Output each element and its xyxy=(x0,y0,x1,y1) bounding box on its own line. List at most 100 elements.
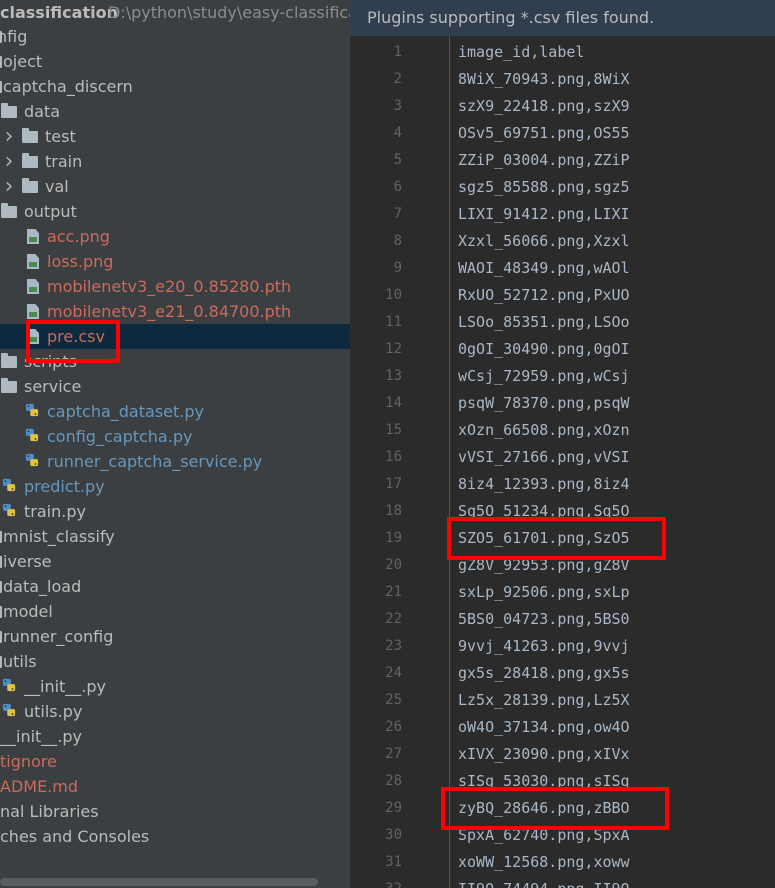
chevron-right-icon[interactable]: › xyxy=(2,174,16,199)
line-number: 14 xyxy=(385,395,402,411)
tree-item[interactable]: runner_captcha_service.py xyxy=(0,449,350,474)
line-number: 2 xyxy=(393,71,402,87)
tree-item-label: nal Libraries xyxy=(0,802,99,821)
project-root-row[interactable]: classification D:\python\study\easy-clas… xyxy=(0,0,350,25)
code-line[interactable]: 4 OSv5_69751.png,OS55 xyxy=(350,120,775,147)
code-line[interactable]: 21 sxLp_92506.png,sxLp xyxy=(350,579,775,606)
code-line[interactable]: 5 ZZiP_03004.png,ZZiP xyxy=(350,147,775,174)
code-line[interactable]: 23 9vvj_41263.png,9vvj xyxy=(350,633,775,660)
tree-item[interactable]: utils.py xyxy=(0,699,350,724)
folder-icon xyxy=(22,178,38,193)
file-icon xyxy=(27,329,39,344)
code-line[interactable]: 9 WAOI_48349.png,wAOl xyxy=(350,255,775,282)
code-line[interactable]: 30 SpxA_62740.png,SpxA xyxy=(350,822,775,849)
line-text: psqW_78370.png,psqW xyxy=(458,394,630,412)
tree-item[interactable]: mobilenetv3_e21_0.84700.pth xyxy=(0,299,350,324)
line-number: 27 xyxy=(385,746,402,762)
code-line[interactable]: 2 8WiX_70943.png,8WiX xyxy=(350,66,775,93)
folder-icon xyxy=(0,531,2,543)
code-line[interactable]: 24 gx5s_28418.png,gx5s xyxy=(350,660,775,687)
folder-icon xyxy=(0,631,2,643)
code-line[interactable]: 12 0gOI_30490.png,0gOI xyxy=(350,336,775,363)
code-line[interactable]: 13 wCsj_72959.png,wCsj xyxy=(350,363,775,390)
line-text: wCsj_72959.png,wCsj xyxy=(458,367,630,385)
folder-icon xyxy=(0,581,2,593)
tree-item[interactable]: train.py xyxy=(0,499,350,524)
code-line[interactable]: 10 RxUO_52712.png,PxUO xyxy=(350,282,775,309)
tree-item-label: runner_config xyxy=(3,627,114,646)
line-number: 3 xyxy=(393,98,402,114)
folder-icon xyxy=(0,556,2,568)
tree-item[interactable]: ches and Consoles xyxy=(0,824,350,849)
line-text: 8WiX_70943.png,8WiX xyxy=(458,70,630,88)
tree-item[interactable]: ADME.md xyxy=(0,774,350,799)
code-line[interactable]: 14 psqW_78370.png,psqW xyxy=(350,390,775,417)
tree-item[interactable]: captcha_discern xyxy=(0,74,350,99)
tree-item[interactable]: runner_config xyxy=(0,624,350,649)
plugin-suggestion-banner[interactable]: Plugins supporting *.csv files found. xyxy=(350,0,775,36)
tree-item[interactable]: nfig xyxy=(0,24,350,49)
line-number: 30 xyxy=(385,827,402,843)
tree-item[interactable]: utils xyxy=(0,649,350,674)
tree-item-label: nfig xyxy=(0,27,28,46)
code-line[interactable]: 3 szX9_22418.png,szX9 xyxy=(350,93,775,120)
line-text: Xzxl_56066.png,Xzxl xyxy=(458,232,630,250)
code-line[interactable]: 27 xIVX_23090.png,xIVx xyxy=(350,741,775,768)
code-line[interactable]: 19 SZO5_61701.png,SzO5 xyxy=(350,525,775,552)
code-line[interactable]: 18 Sq5O_51234.png,Sq5O xyxy=(350,498,775,525)
tree-item[interactable]: __init__.py xyxy=(0,724,350,749)
code-line[interactable]: 29 zyBQ_28646.png,zBBO xyxy=(350,795,775,822)
tree-item[interactable]: mobilenetv3_e20_0.85280.pth xyxy=(0,274,350,299)
line-number: 10 xyxy=(385,287,402,303)
code-line[interactable]: 15 xOzn_66508.png,xOzn xyxy=(350,417,775,444)
tree-item[interactable]: › val xyxy=(0,174,350,199)
tree-item[interactable]: tignore xyxy=(0,749,350,774)
csv-editor[interactable]: Plugins supporting *.csv files found. 1 i… xyxy=(350,0,775,888)
tree-item[interactable]: __init__.py xyxy=(0,674,350,699)
tree-item[interactable]: mnist_classify xyxy=(0,524,350,549)
code-line[interactable]: 25 Lz5x_28139.png,Lz5X xyxy=(350,687,775,714)
code-line[interactable]: 28 sISg_53030.png,sISg xyxy=(350,768,775,795)
line-number: 13 xyxy=(385,368,402,384)
line-number: 16 xyxy=(385,449,402,465)
line-text: LSOo_85351.png,LSOo xyxy=(458,313,630,331)
tree-item[interactable]: › train xyxy=(0,149,350,174)
tree-item[interactable]: scripts xyxy=(0,349,350,374)
code-line[interactable]: 7 LIXI_91412.png,LIXI xyxy=(350,201,775,228)
tree-item[interactable]: pre.csv xyxy=(0,324,350,349)
tree-item-label: train.py xyxy=(24,502,86,521)
tree-item[interactable]: output xyxy=(0,199,350,224)
tree-item[interactable]: loss.png xyxy=(0,249,350,274)
tree-item[interactable]: config_captcha.py xyxy=(0,424,350,449)
tree-item[interactable]: iverse xyxy=(0,549,350,574)
code-line[interactable]: 26 oW4O_37134.png,ow4O xyxy=(350,714,775,741)
code-line[interactable]: 11 LSOo_85351.png,LSOo xyxy=(350,309,775,336)
tree-item[interactable]: service xyxy=(0,374,350,399)
line-text: xoWW_12568.png,xoww xyxy=(458,853,630,871)
folder-icon xyxy=(0,81,2,93)
tree-item-label: predict.py xyxy=(24,477,105,496)
tree-item[interactable]: acc.png xyxy=(0,224,350,249)
line-text: LIXI_91412.png,LIXI xyxy=(458,205,630,223)
code-line[interactable]: 20 gZ8V_92953.png,gZ8V xyxy=(350,552,775,579)
tree-item[interactable]: data_load xyxy=(0,574,350,599)
tree-item[interactable]: › test xyxy=(0,124,350,149)
chevron-right-icon[interactable]: › xyxy=(2,149,16,174)
code-line[interactable]: 6 sgz5_85588.png,sgz5 xyxy=(350,174,775,201)
code-line[interactable]: 1 image_id,label xyxy=(350,39,775,66)
tree-item[interactable]: nal Libraries xyxy=(0,799,350,824)
tree-item[interactable]: oject xyxy=(0,49,350,74)
tree-item[interactable]: data xyxy=(0,99,350,124)
code-line[interactable]: 8 Xzxl_56066.png,Xzxl xyxy=(350,228,775,255)
tree-horizontal-scrollbar[interactable] xyxy=(0,878,318,886)
tree-item[interactable]: model xyxy=(0,599,350,624)
code-line[interactable]: 22 5BS0_04723.png,5BS0 xyxy=(350,606,775,633)
tree-item-label: model xyxy=(3,602,53,621)
chevron-right-icon[interactable]: › xyxy=(2,124,16,149)
code-line[interactable]: 16 vVSI_27166.png,vVSI xyxy=(350,444,775,471)
code-line[interactable]: 31 xoWW_12568.png,xoww xyxy=(350,849,775,876)
code-line[interactable]: 17 8iz4_12393.png,8iz4 xyxy=(350,471,775,498)
tree-item[interactable]: predict.py xyxy=(0,474,350,499)
code-line[interactable]: 32 II9O_74494.png,II9O xyxy=(350,876,775,888)
tree-item[interactable]: captcha_dataset.py xyxy=(0,399,350,424)
